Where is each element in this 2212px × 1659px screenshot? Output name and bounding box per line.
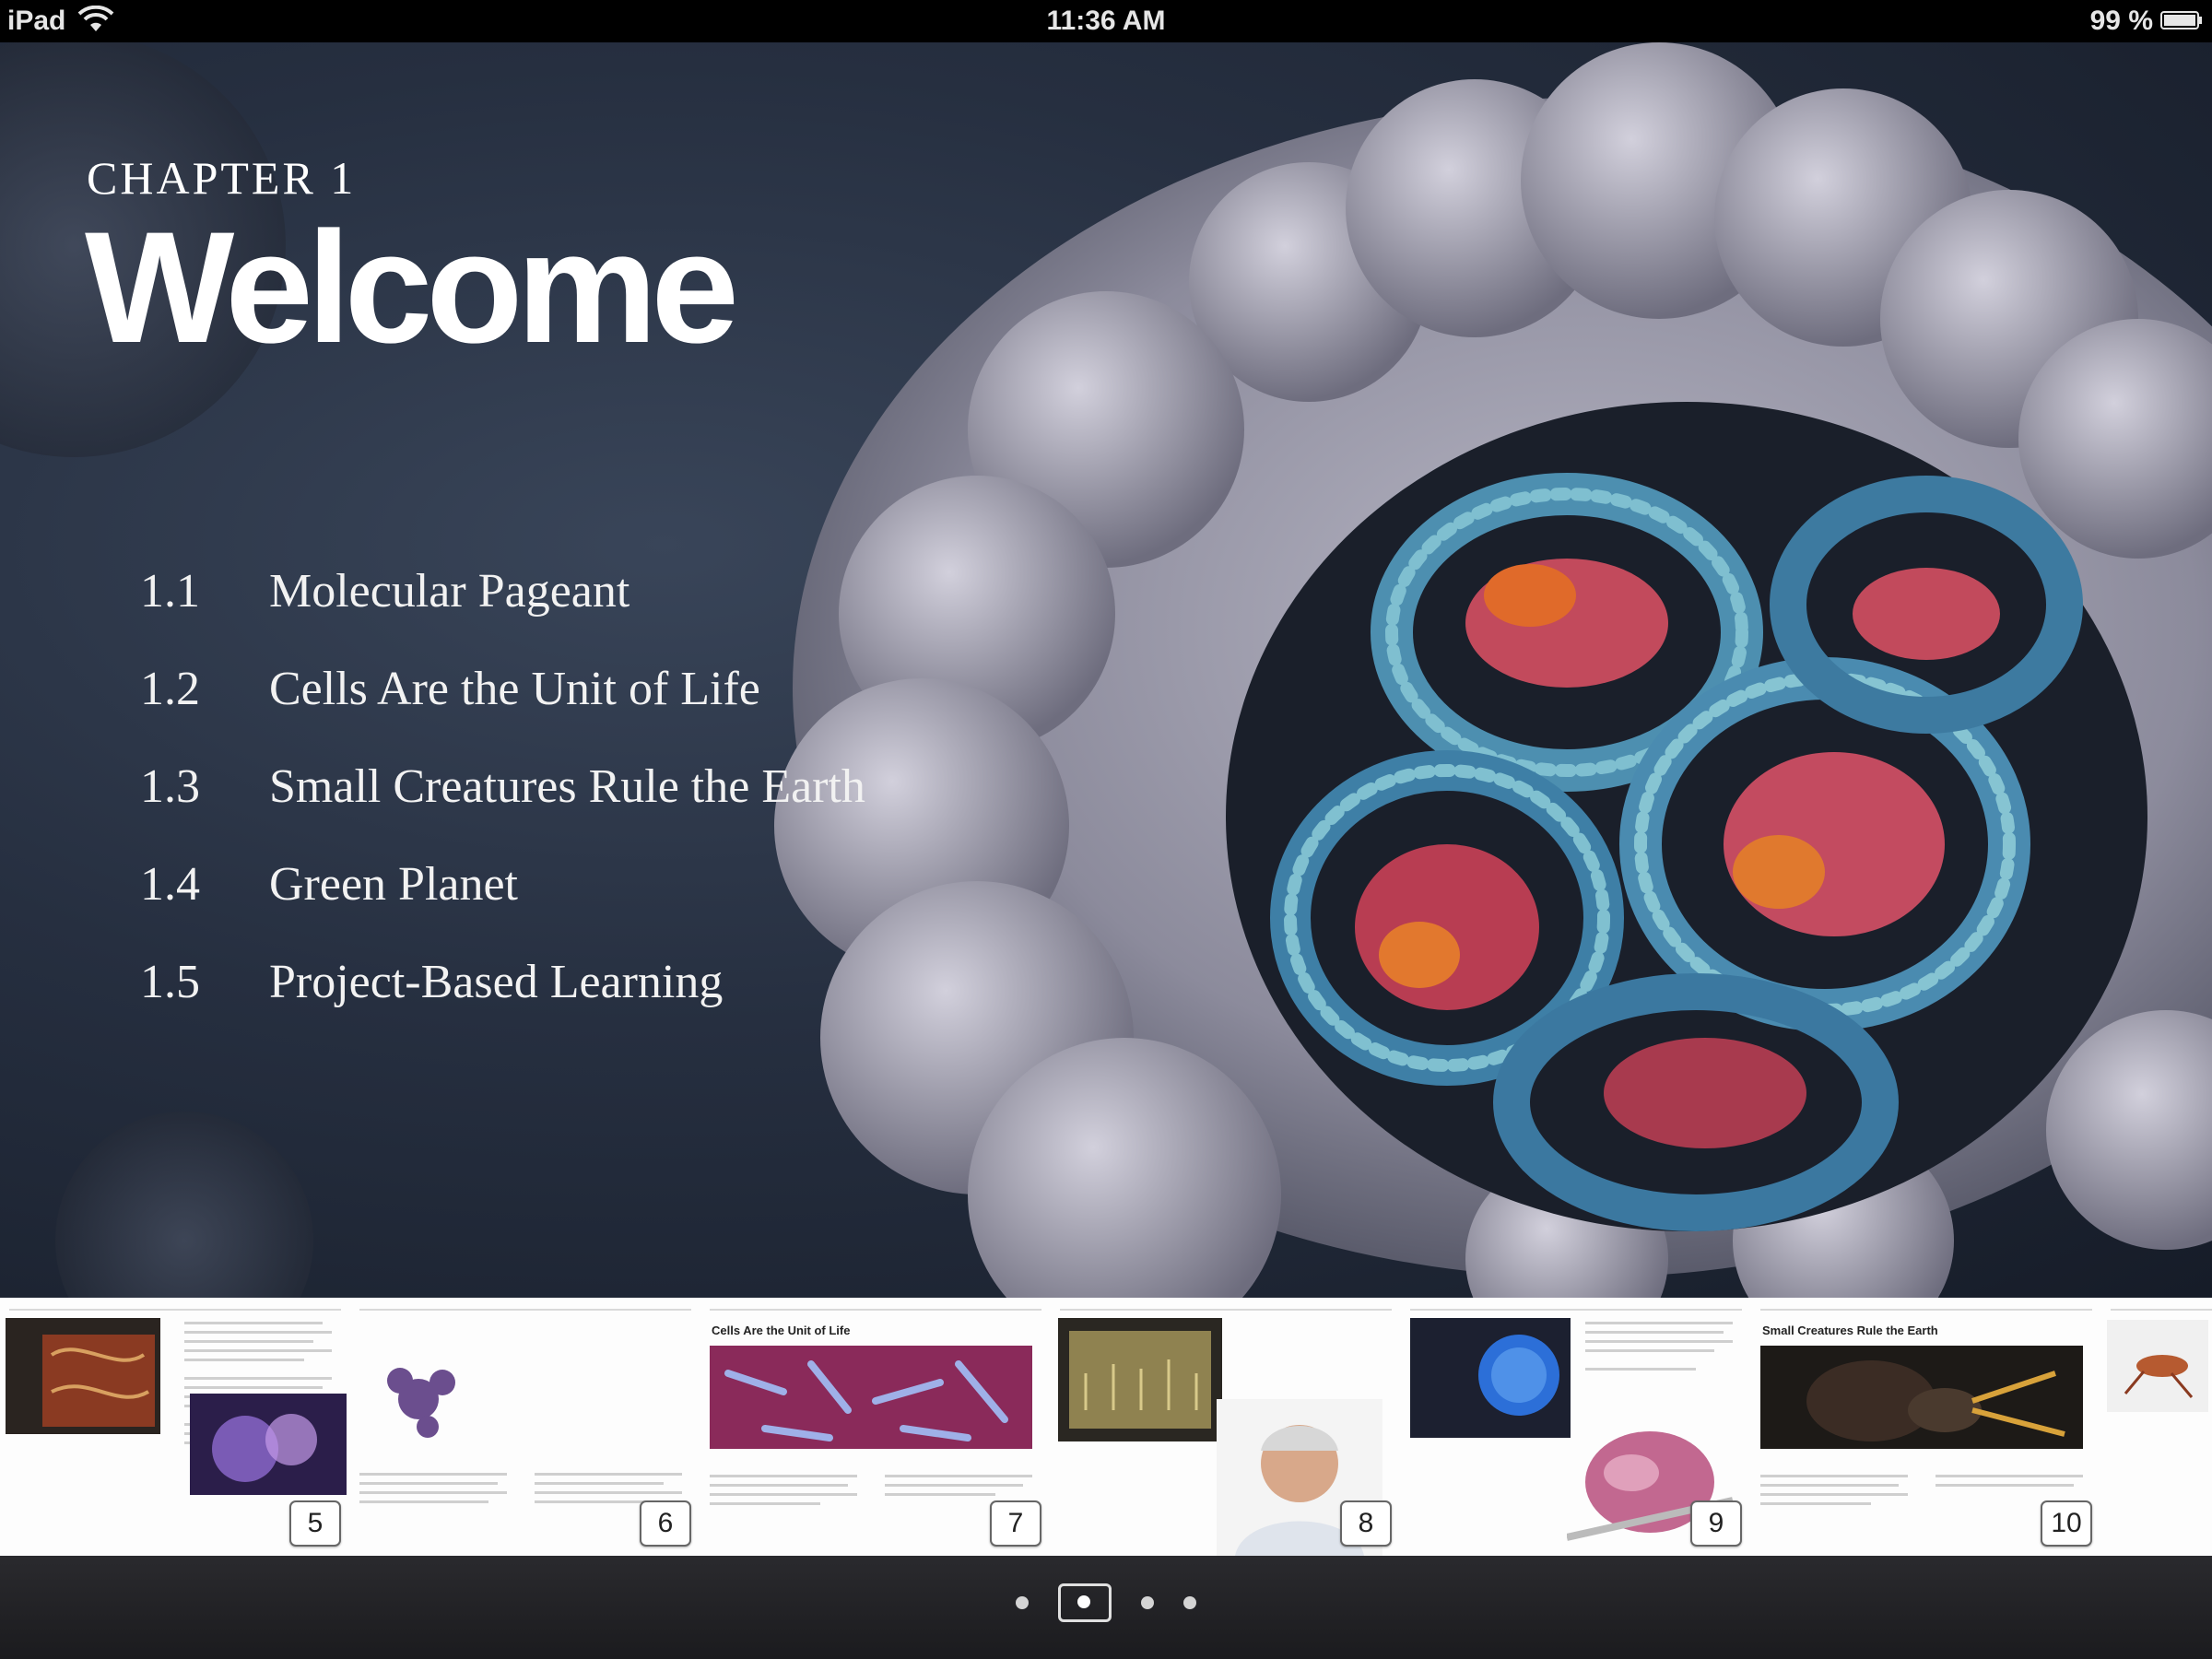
page-control[interactable] xyxy=(0,1583,2212,1631)
divider xyxy=(1760,1309,2092,1311)
page-image xyxy=(6,1318,160,1434)
page-thumbnail-10[interactable]: Small Creatures Rule the Earth 10 xyxy=(1751,1298,2103,1556)
page-dot-4[interactable] xyxy=(1183,1596,1196,1609)
page-number: 10 xyxy=(2041,1500,2092,1547)
toc-title: Small Creatures Rule the Earth xyxy=(269,760,865,813)
page-number: 9 xyxy=(1690,1500,1742,1547)
clock: 11:36 AM xyxy=(1046,6,1166,36)
toc-title: Project-Based Learning xyxy=(269,956,724,1008)
table-of-contents: 1.1 Molecular Pageant 1.2 Cells Are the Un… xyxy=(140,564,865,1053)
toc-number: 1.1 xyxy=(140,565,200,618)
page-image xyxy=(1410,1318,1571,1438)
page-thumbnail-9[interactable]: 9 xyxy=(1401,1298,1753,1556)
page-dot-2-current[interactable] xyxy=(1058,1583,1112,1622)
page-thumbnail-strip[interactable]: 5 6 Cells Are the Unit of Life 7 8 9 Sma… xyxy=(0,1298,2212,1556)
toc-title: Cells Are the Unit of Life xyxy=(269,663,760,715)
page-number: 8 xyxy=(1340,1500,1392,1547)
divider xyxy=(9,1309,341,1311)
toc-number: 1.2 xyxy=(140,663,200,715)
page-thumbnail-11[interactable] xyxy=(2101,1298,2212,1556)
bottom-toolbar xyxy=(0,1556,2212,1659)
page-image xyxy=(190,1394,347,1495)
page-thumbnail-5[interactable]: 5 xyxy=(0,1298,352,1556)
toc-item-1-3[interactable]: 1.3 Small Creatures Rule the Earth xyxy=(140,759,865,857)
battery-icon xyxy=(2160,11,2202,29)
toc-number: 1.4 xyxy=(140,858,200,911)
divider xyxy=(710,1309,1041,1311)
page-number: 7 xyxy=(990,1500,1041,1547)
toc-number: 1.3 xyxy=(140,760,200,813)
page-image xyxy=(2107,1320,2208,1412)
page-thumbnail-8[interactable]: 8 xyxy=(1051,1298,1403,1556)
page-dot-3[interactable] xyxy=(1141,1596,1154,1609)
page-text-lines xyxy=(1585,1322,1733,1371)
page-image xyxy=(1058,1318,1222,1441)
toc-title: Molecular Pageant xyxy=(269,565,630,618)
toc-number: 1.5 xyxy=(140,956,200,1008)
divider xyxy=(359,1309,691,1311)
page-image xyxy=(1760,1346,2083,1449)
chapter-title: Welcome xyxy=(85,199,739,376)
page-image xyxy=(710,1346,1032,1449)
page-thumbnail-6[interactable]: 6 xyxy=(350,1298,702,1556)
toc-item-1-5[interactable]: 1.5 Project-Based Learning xyxy=(140,955,865,1053)
page-dot-1[interactable] xyxy=(1016,1596,1029,1609)
toc-title: Green Planet xyxy=(269,858,519,911)
toc-item-1-1[interactable]: 1.1 Molecular Pageant xyxy=(140,564,865,662)
page-image xyxy=(387,1368,455,1438)
divider xyxy=(1410,1309,1742,1311)
page-heading: Cells Are the Unit of Life xyxy=(712,1324,851,1337)
page-thumbnail-7[interactable]: Cells Are the Unit of Life 7 xyxy=(700,1298,1053,1556)
divider xyxy=(2111,1309,2212,1311)
toc-item-1-4[interactable]: 1.4 Green Planet xyxy=(140,857,865,955)
page-heading: Small Creatures Rule the Earth xyxy=(1762,1324,1938,1337)
page-number: 6 xyxy=(640,1500,691,1547)
divider xyxy=(1060,1309,1392,1311)
chapter-label: CHAPTER 1 xyxy=(87,152,357,204)
status-bar: iPad 11:36 AM 99 % xyxy=(0,0,2212,42)
battery-percentage: 99 % xyxy=(2089,6,2153,36)
toc-item-1-2[interactable]: 1.2 Cells Are the Unit of Life xyxy=(140,662,865,759)
page-number: 5 xyxy=(289,1500,341,1547)
chapter-hero: CHAPTER 1 Welcome 1.1 Molecular Pageant 1… xyxy=(0,42,2212,1298)
